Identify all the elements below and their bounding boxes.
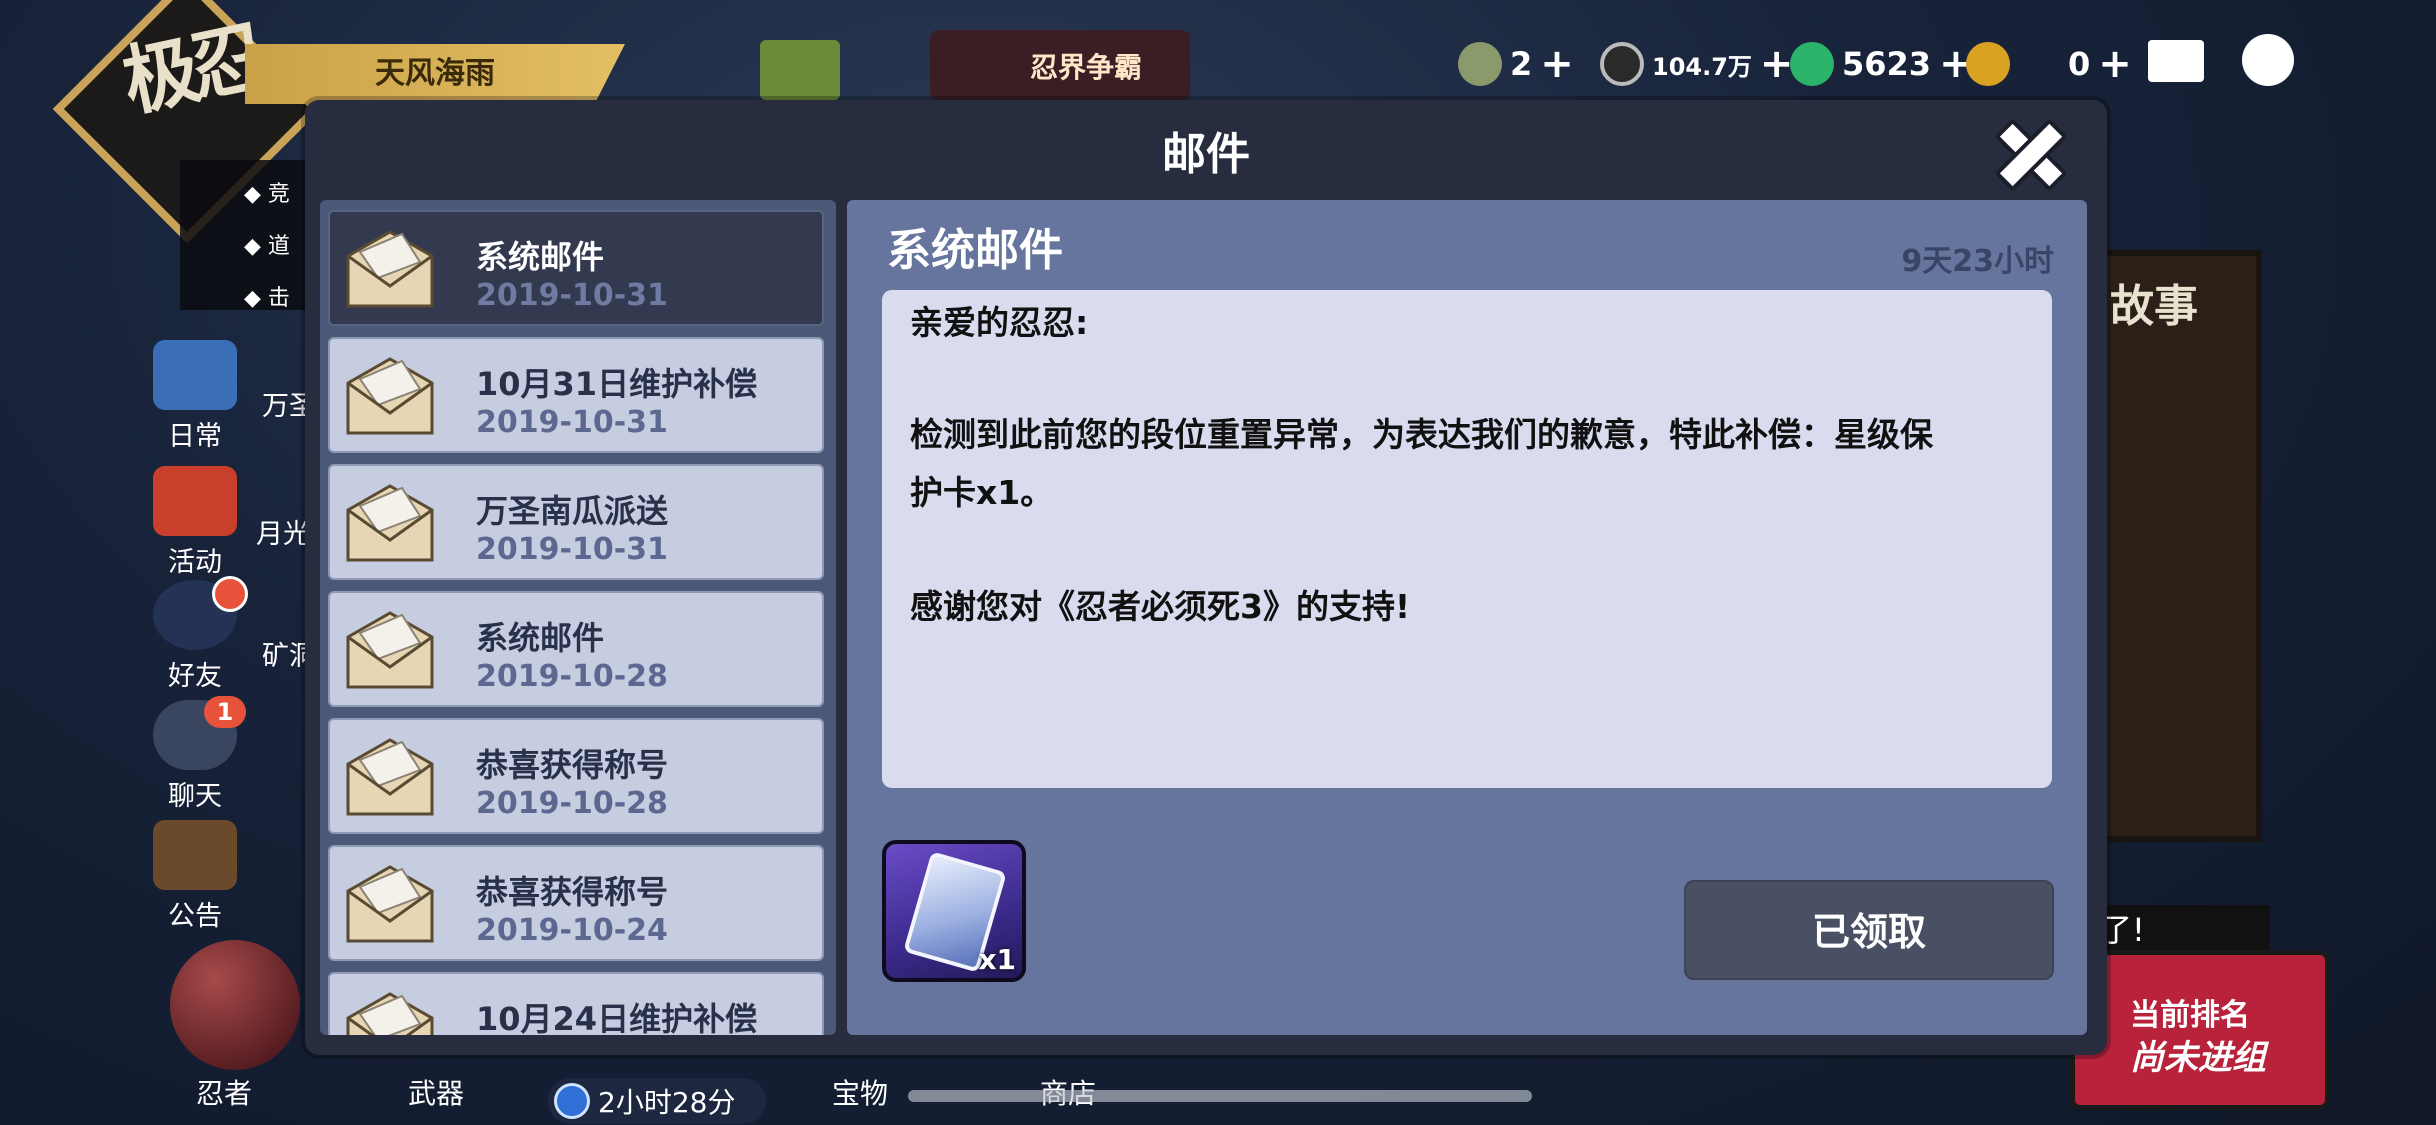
notice-board-icon <box>153 820 237 890</box>
mail-list-item[interactable]: 10月24日维护补偿 <box>328 972 824 1035</box>
bottom-item-ninja[interactable]: 忍者 <box>196 1072 252 1112</box>
close-button[interactable] <box>1986 110 2066 190</box>
jade-icon <box>1790 42 1834 86</box>
bottom-item-weapon[interactable]: 武器 <box>408 1072 464 1112</box>
ninja-orb-icon[interactable] <box>170 940 300 1070</box>
mail-date: 2019-10-31 <box>476 532 668 567</box>
mail-list-item[interactable]: 万圣南瓜派送 2019-10-31 <box>328 464 824 580</box>
event-timer: 2小时28分 <box>548 1078 766 1124</box>
mail-date: 2019-10-28 <box>476 786 668 821</box>
rank-status: 尚未进组 <box>2130 1038 2266 1078</box>
mail-list-item[interactable]: 恭喜获得称号 2019-10-24 <box>328 845 824 961</box>
reward-item[interactable]: x1 <box>882 840 1026 982</box>
mail-body-line: 检测到此前您的段位重置异常，为表达我们的歉意，特此补偿：星级保 <box>910 415 1933 454</box>
mail-date: 2019-10-24 <box>476 913 668 948</box>
mail-list-item[interactable]: 系统邮件 2019-10-31 <box>328 210 824 326</box>
mail-title: 系统邮件 <box>476 238 605 276</box>
add-coin-button[interactable]: + <box>1760 44 1794 84</box>
envelope-icon <box>346 357 434 435</box>
mail-title: 10月31日维护补偿 <box>476 365 758 403</box>
mail-body-line: 护卡x1。 <box>910 473 1054 512</box>
story-label: 故事 <box>2110 281 2198 332</box>
bottom-item-treasure[interactable]: 宝物 <box>832 1072 888 1112</box>
news-item: ◆ 竞 <box>244 182 290 207</box>
event-scroll-icon[interactable] <box>760 40 840 100</box>
resource-jade: 5623 + <box>1790 42 1973 86</box>
ninja-war-label: 忍界争霸 <box>1030 51 1143 84</box>
envelope-icon <box>346 611 434 689</box>
envelope-icon <box>346 230 434 308</box>
envelope-icon <box>346 865 434 943</box>
news-item: ◆ 道 <box>244 234 290 259</box>
mail-list-item[interactable]: 恭喜获得称号 2019-10-28 <box>328 718 824 834</box>
add-rice-button[interactable]: + <box>1540 44 1574 84</box>
mail-list[interactable]: 系统邮件 2019-10-31 10月31日维护补偿 2019-10-31 万圣… <box>320 200 836 1035</box>
mail-body[interactable]: 亲爱的忍忍: 检测到此前您的段位重置异常，为表达我们的歉意，特此补偿：星级保 护… <box>882 290 2052 788</box>
story-scroll[interactable] <box>2090 250 2262 842</box>
gear-icon[interactable] <box>2242 34 2294 86</box>
resource-gold-bead: 0 + <box>1966 42 2132 86</box>
clock-icon <box>554 1083 590 1119</box>
torii-gate-icon <box>153 466 237 536</box>
mail-title: 恭喜获得称号 <box>476 873 669 911</box>
mail-date: 2019-10-28 <box>476 659 668 694</box>
ninja-war-event[interactable]: 忍界争霸 <box>930 30 1190 100</box>
side-item-activity[interactable]: 活动 <box>130 466 260 579</box>
mail-detail-title: 系统邮件 <box>887 225 1063 276</box>
gold-bead-icon <box>1966 42 2010 86</box>
coin-icon <box>1600 42 1644 86</box>
side-item-daily[interactable]: 日常 <box>130 340 260 453</box>
reward-quantity: x1 <box>978 943 1016 976</box>
mail-greeting: 亲爱的忍忍: <box>910 303 1089 342</box>
side-item-moonlight[interactable]: 月光 <box>256 512 310 551</box>
mail-title: 恭喜获得称号 <box>476 746 669 784</box>
rice-ball-icon <box>1458 42 1502 86</box>
envelope-icon <box>346 992 434 1035</box>
mail-expire-time: 9天23小时 <box>1901 244 2054 279</box>
side-item-announcement[interactable]: 公告 <box>130 820 260 933</box>
player-name-banner[interactable]: 天风海雨 <box>245 44 625 104</box>
resource-coin: 104.7万 + <box>1600 42 1794 86</box>
mail-title: 系统邮件 <box>476 619 605 657</box>
add-gold-bead-button[interactable]: + <box>2098 44 2132 84</box>
modal-title: 邮件 <box>1162 129 1250 180</box>
claim-button[interactable]: 已领取 <box>1684 880 2054 980</box>
mail-list-item[interactable]: 10月31日维护补偿 2019-10-31 <box>328 337 824 453</box>
mail-list-item[interactable]: 系统邮件 2019-10-28 <box>328 591 824 707</box>
news-item: ◆ 击 <box>244 286 290 311</box>
mail-icon[interactable] <box>2148 40 2204 82</box>
rank-title: 当前排名 <box>2130 998 2250 1033</box>
envelope-icon <box>346 484 434 562</box>
mail-date: 2019-10-31 <box>476 278 668 313</box>
mail-closing: 感谢您对《忍者必须死3》的支持! <box>910 587 1411 626</box>
home-indicator[interactable] <box>908 1090 1532 1102</box>
calendar-icon <box>153 340 237 410</box>
mail-title: 万圣南瓜派送 <box>476 492 669 530</box>
mail-title: 10月24日维护补偿 <box>476 1000 758 1035</box>
envelope-icon <box>346 738 434 816</box>
notification-dot <box>212 576 248 612</box>
mail-date: 2019-10-31 <box>476 405 668 440</box>
resource-rice: 2 + <box>1458 42 1574 86</box>
chat-unread-badge: 1 <box>204 696 246 728</box>
